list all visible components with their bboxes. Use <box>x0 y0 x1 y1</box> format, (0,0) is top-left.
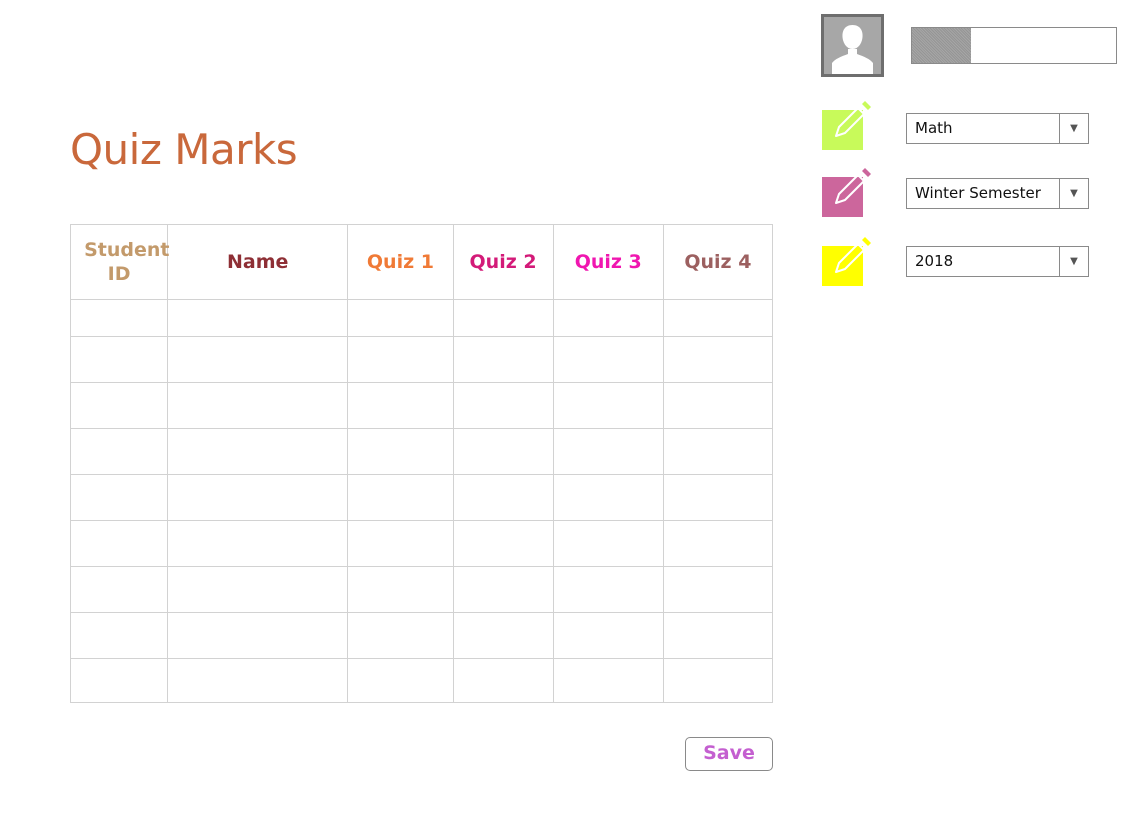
table-header-row: Student ID Name Quiz 1 Quiz 2 Quiz 3 Qui… <box>69 224 774 300</box>
table-cell[interactable] <box>452 520 554 567</box>
table-cell[interactable] <box>452 336 554 383</box>
table-row <box>69 520 774 567</box>
subject-select[interactable]: Math ▼ <box>906 113 1089 144</box>
table-cell[interactable] <box>552 428 664 475</box>
table-cell[interactable] <box>662 566 774 613</box>
column-header-quiz-4: Quiz 4 <box>662 224 774 300</box>
table-cell[interactable] <box>662 428 774 475</box>
table-cell[interactable] <box>452 382 554 429</box>
user-silhouette-icon <box>832 25 873 74</box>
table-cell[interactable] <box>167 658 349 703</box>
semester-pencil-icon[interactable] <box>822 167 874 217</box>
column-header-quiz-2: Quiz 2 <box>452 224 554 300</box>
table-cell[interactable] <box>347 520 454 567</box>
quiz-marks-page: Quiz Marks Student ID Name Quiz 1 Quiz 2… <box>0 0 1139 815</box>
table-cell[interactable] <box>69 428 169 475</box>
year-pencil-icon[interactable] <box>822 236 874 286</box>
table-cell[interactable] <box>167 566 349 613</box>
semester-select-value: Winter Semester <box>915 184 1041 202</box>
table-cell[interactable] <box>347 299 454 337</box>
table-cell[interactable] <box>452 474 554 521</box>
table-cell[interactable] <box>347 382 454 429</box>
table-cell[interactable] <box>552 382 664 429</box>
save-button[interactable]: Save <box>685 737 773 771</box>
table-cell[interactable] <box>167 299 349 337</box>
table-cell[interactable] <box>552 299 664 337</box>
table-row <box>69 382 774 429</box>
user-progress-bar <box>911 27 1117 64</box>
table-cell[interactable] <box>167 474 349 521</box>
table-cell[interactable] <box>69 566 169 613</box>
table-cell[interactable] <box>347 612 454 659</box>
column-header-name: Name <box>167 224 349 300</box>
table-cell[interactable] <box>69 382 169 429</box>
table-cell[interactable] <box>662 658 774 703</box>
table-cell[interactable] <box>452 299 554 337</box>
subject-pencil-icon[interactable] <box>822 100 874 150</box>
table-cell[interactable] <box>167 336 349 383</box>
avatar[interactable] <box>821 14 884 77</box>
table-cell[interactable] <box>662 336 774 383</box>
table-cell[interactable] <box>452 428 554 475</box>
table-cell[interactable] <box>552 336 664 383</box>
table-cell[interactable] <box>662 520 774 567</box>
table-row <box>69 566 774 613</box>
column-header-student-id: Student ID <box>69 224 170 300</box>
page-title: Quiz Marks <box>70 125 298 174</box>
table-cell[interactable] <box>347 336 454 383</box>
table-cell[interactable] <box>69 336 169 383</box>
pencil-glyph-icon <box>835 101 871 137</box>
column-header-quiz-3: Quiz 3 <box>552 224 664 300</box>
table-cell[interactable] <box>347 658 454 703</box>
column-header-quiz-1: Quiz 1 <box>347 224 454 300</box>
table-cell[interactable] <box>167 382 349 429</box>
subject-select-value: Math <box>915 119 953 137</box>
chevron-down-icon[interactable]: ▼ <box>1059 247 1088 276</box>
table-cell[interactable] <box>347 566 454 613</box>
user-progress-fill <box>912 28 972 63</box>
table-cell[interactable] <box>167 520 349 567</box>
chevron-down-icon[interactable]: ▼ <box>1059 179 1088 208</box>
table-cell[interactable] <box>452 612 554 659</box>
year-select-value: 2018 <box>915 252 954 270</box>
semester-select[interactable]: Winter Semester ▼ <box>906 178 1089 209</box>
table-cell[interactable] <box>662 299 774 337</box>
table-cell[interactable] <box>552 520 664 567</box>
marks-table-body <box>69 299 774 703</box>
table-row <box>69 428 774 475</box>
table-cell[interactable] <box>662 474 774 521</box>
table-cell[interactable] <box>552 612 664 659</box>
table-cell[interactable] <box>662 612 774 659</box>
table-cell[interactable] <box>69 612 169 659</box>
chevron-down-icon[interactable]: ▼ <box>1059 114 1088 143</box>
year-select[interactable]: 2018 ▼ <box>906 246 1089 277</box>
table-row <box>69 474 774 521</box>
table-cell[interactable] <box>662 382 774 429</box>
table-cell[interactable] <box>69 299 169 337</box>
table-cell[interactable] <box>167 612 349 659</box>
pencil-glyph-icon <box>835 237 871 273</box>
pencil-glyph-icon <box>835 168 871 204</box>
column-header-label: Student ID <box>84 239 170 285</box>
table-cell[interactable] <box>347 428 454 475</box>
table-cell[interactable] <box>552 658 664 703</box>
table-cell[interactable] <box>69 658 169 703</box>
table-row <box>69 612 774 659</box>
table-cell[interactable] <box>69 520 169 567</box>
table-cell[interactable] <box>167 428 349 475</box>
table-cell[interactable] <box>552 566 664 613</box>
table-cell[interactable] <box>347 474 454 521</box>
table-cell[interactable] <box>452 658 554 703</box>
table-row <box>69 336 774 383</box>
table-cell[interactable] <box>452 566 554 613</box>
table-row <box>69 299 774 337</box>
table-cell[interactable] <box>552 474 664 521</box>
marks-table: Student ID Name Quiz 1 Quiz 2 Quiz 3 Qui… <box>69 224 774 703</box>
table-row <box>69 658 774 703</box>
table-cell[interactable] <box>69 474 169 521</box>
